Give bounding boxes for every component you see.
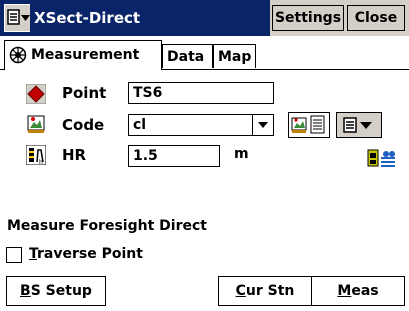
tab-data[interactable]: Data <box>162 44 213 68</box>
hr-icon: h <box>26 145 46 165</box>
chevron-down-icon <box>258 122 268 128</box>
bs-setup-button[interactable]: BS Setup <box>6 276 106 306</box>
tab-map-label: Map <box>218 48 252 65</box>
traverse-point-text: raverse Point <box>37 246 143 262</box>
hr-unit: m <box>234 146 249 162</box>
close-button[interactable]: Close <box>347 5 405 31</box>
code-label: Code <box>62 116 105 134</box>
svg-text:h: h <box>39 159 43 165</box>
point-diamond-icon <box>26 84 46 104</box>
window-title: XSect-Direct <box>30 0 270 36</box>
code-list-icon <box>291 115 325 134</box>
meas-accel: M <box>337 283 352 299</box>
globe-icon <box>9 46 27 64</box>
code-list-button[interactable] <box>288 112 330 138</box>
bs-setup-text: S Setup <box>30 283 92 299</box>
status-text: Measure Foresight Direct <box>7 218 207 234</box>
point-label: Point <box>62 84 107 102</box>
tab-measurement[interactable]: Measurement <box>4 40 162 69</box>
tab-map[interactable]: Map <box>213 44 256 68</box>
code-select-value: cl <box>133 117 147 133</box>
point-input[interactable]: TS6 <box>128 82 274 104</box>
traverse-point-label[interactable]: Traverse Point <box>29 246 143 262</box>
menu-icon <box>7 9 30 25</box>
code-select[interactable]: cl <box>128 114 274 136</box>
code-icon <box>27 115 45 133</box>
hr-label: HR <box>62 146 87 164</box>
hr-input[interactable]: 1.5 <box>128 145 220 167</box>
title-bar: XSect-Direct Settings Close <box>0 0 409 36</box>
tab-bar: Measurement Data Map <box>0 36 409 70</box>
code-menu-button[interactable] <box>336 112 382 138</box>
menu-icon <box>343 117 372 133</box>
meas-button[interactable]: Meas <box>311 276 405 306</box>
settings-button[interactable]: Settings <box>272 5 344 31</box>
cur-stn-button[interactable]: Cur Stn <box>218 276 312 306</box>
traverse-point-checkbox[interactable] <box>6 247 22 263</box>
tab-measurement-label: Measurement <box>31 47 140 63</box>
active-tab-gap <box>5 69 161 70</box>
code-dropdown-button[interactable] <box>252 115 273 135</box>
meas-text: eas <box>351 283 379 299</box>
traverse-point-accel: T <box>29 246 38 262</box>
cur-stn-text: ur Stn <box>245 283 295 299</box>
tab-data-label: Data <box>167 48 205 65</box>
bs-setup-accel: B <box>20 283 31 299</box>
cur-stn-accel: C <box>235 283 246 299</box>
instrument-icon[interactable] <box>366 148 396 170</box>
